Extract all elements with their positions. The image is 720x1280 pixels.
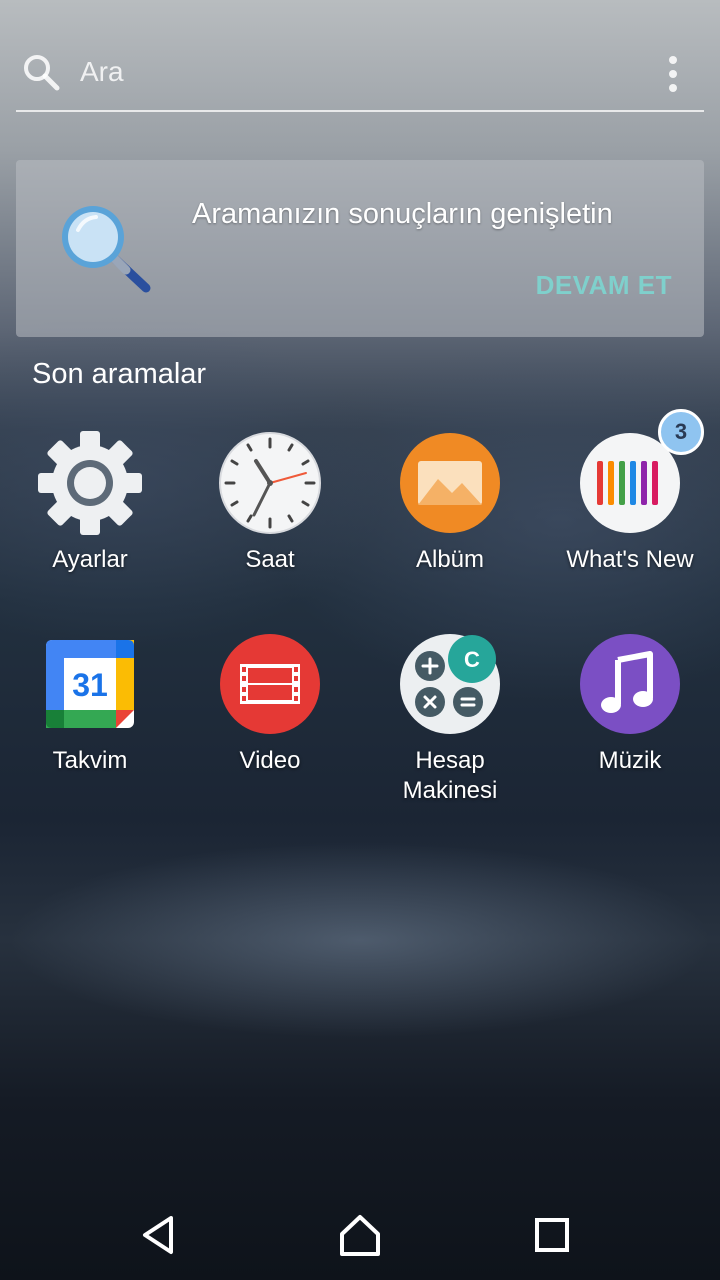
home-icon[interactable] bbox=[335, 1210, 385, 1260]
app-label: Ayarlar bbox=[52, 546, 128, 573]
album-icon bbox=[400, 433, 500, 533]
app-settings[interactable]: Ayarlar bbox=[0, 431, 180, 575]
search-icon[interactable] bbox=[21, 52, 61, 92]
recents-icon[interactable] bbox=[527, 1210, 577, 1260]
app-calculator[interactable]: C Hesap Makinesi bbox=[360, 632, 540, 806]
navigation-bar bbox=[0, 1190, 720, 1280]
notification-badge: 3 bbox=[658, 409, 704, 455]
app-label: Albüm bbox=[415, 546, 485, 573]
calculator-icon: C bbox=[400, 634, 500, 734]
video-icon bbox=[220, 634, 320, 734]
app-label: Takvim bbox=[52, 747, 128, 774]
gear-icon bbox=[38, 431, 142, 535]
section-title: Son aramalar bbox=[32, 358, 207, 390]
promo-text: Aramanızın sonuçların genişletin bbox=[192, 198, 613, 230]
search-input[interactable] bbox=[80, 52, 640, 92]
calendar-day-text: 31 bbox=[72, 667, 108, 703]
app-clock[interactable]: Saat bbox=[180, 431, 360, 575]
calendar-icon: 31 bbox=[46, 640, 134, 728]
promo-card: Aramanızın sonuçların genişletin DEVAM E… bbox=[16, 160, 704, 337]
app-label: What's New bbox=[566, 546, 694, 573]
app-album[interactable]: Albüm bbox=[360, 431, 540, 575]
app-calendar[interactable]: 31 Takvim bbox=[0, 632, 180, 776]
magnifier-illustration-icon bbox=[62, 206, 151, 293]
music-icon bbox=[580, 634, 680, 734]
clock-icon bbox=[219, 432, 321, 534]
calculator-clear-text: C bbox=[464, 647, 480, 672]
app-label: Müzik bbox=[598, 747, 662, 774]
app-music[interactable]: Müzik bbox=[540, 632, 720, 776]
search-bar bbox=[16, 40, 704, 112]
app-video[interactable]: Video bbox=[180, 632, 360, 776]
app-label: Hesap Makinesi bbox=[402, 747, 498, 804]
app-whats-new[interactable]: 3 What's New bbox=[540, 409, 720, 575]
back-icon[interactable] bbox=[135, 1210, 185, 1260]
continue-button[interactable]: DEVAM ET bbox=[536, 270, 672, 301]
app-label: Video bbox=[239, 747, 301, 774]
app-label: Saat bbox=[245, 546, 295, 573]
more-options-icon[interactable] bbox=[662, 54, 686, 94]
